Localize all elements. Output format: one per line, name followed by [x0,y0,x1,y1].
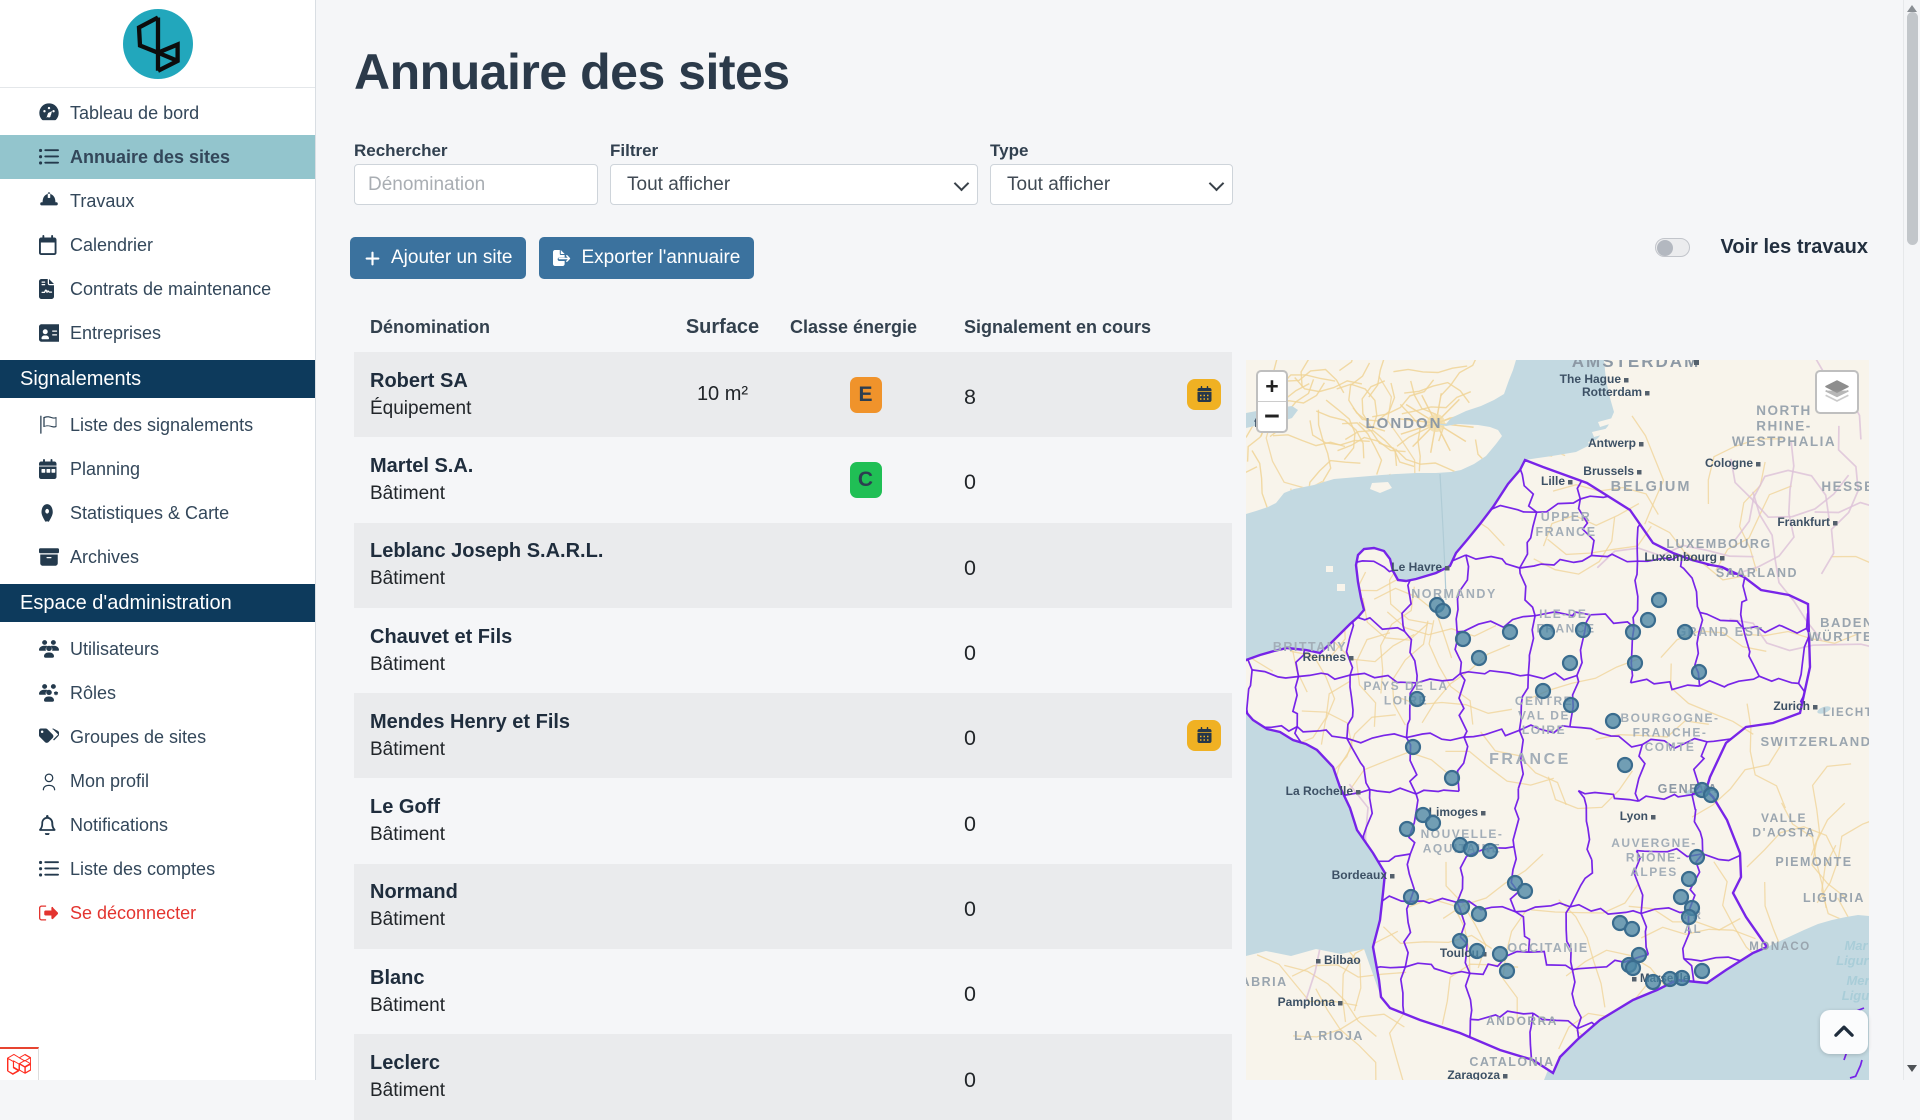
svg-text:WÜRTTEM: WÜRTTEM [1809,629,1869,644]
svg-text:LIGURIA: LIGURIA [1803,891,1865,905]
svg-text:Bordeaux: Bordeaux [1332,868,1388,882]
svg-text:Ligur: Ligur [1842,988,1869,1003]
svg-text:LOIRE: LOIRE [1522,723,1566,737]
svg-text:Zaragoza: Zaragoza [1447,1068,1500,1080]
svg-text:BOURGOGNE-: BOURGOGNE- [1621,711,1720,725]
svg-text:Zurich: Zurich [1773,699,1810,713]
svg-text:Rennes: Rennes [1303,650,1347,664]
svg-text:FRANCE: FRANCE [1535,525,1596,539]
svg-text:ILE-DE-: ILE-DE- [1539,607,1593,621]
svg-text:LUXEMBOURG: LUXEMBOURG [1666,537,1771,551]
svg-text:AMSTERDAM: AMSTERDAM [1572,360,1701,371]
svg-text:Antwerp: Antwerp [1588,436,1636,450]
svg-text:COMTÉ: COMTÉ [1645,739,1696,754]
svg-text:BADEN: BADEN [1820,615,1869,630]
svg-text:LONDON: LONDON [1366,415,1443,432]
svg-text:Ligure: Ligure [1836,953,1869,968]
svg-text:ALPES: ALPES [1630,865,1678,879]
svg-text:BELGIUM: BELGIUM [1611,479,1692,495]
svg-text:RHÔNE-: RHÔNE- [1626,850,1682,865]
svg-text:D'AOSTA: D'AOSTA [1752,826,1815,840]
svg-text:Brussels: Brussels [1583,464,1634,478]
svg-text:Rotterdam: Rotterdam [1582,385,1642,399]
svg-text:MONACO: MONACO [1749,941,1810,953]
svg-text:ANDORRA: ANDORRA [1486,1014,1558,1028]
svg-text:The Hague: The Hague [1560,372,1622,386]
svg-text:Lille: Lille [1541,474,1565,488]
svg-text:OCCITANIE: OCCITANIE [1507,941,1588,955]
svg-text:Mer: Mer [1846,973,1869,988]
svg-text:La Rochelle: La Rochelle [1286,784,1354,798]
svg-text:NORTH: NORTH [1756,403,1812,418]
svg-text:Bilbao: Bilbao [1324,953,1361,967]
svg-text:LIECHT: LIECHT [1823,707,1869,719]
svg-text:TABRIA: TABRIA [1246,975,1288,989]
svg-text:FRANCE: FRANCE [1489,751,1571,768]
svg-text:SAARLAND: SAARLAND [1716,566,1798,580]
svg-text:VAL DE: VAL DE [1518,709,1570,723]
svg-text:Pamplona: Pamplona [1278,995,1336,1009]
svg-text:Cologne: Cologne [1705,456,1753,470]
svg-text:Le Havre: Le Havre [1391,560,1442,574]
svg-text:AL: AL [1684,924,1702,936]
svg-text:Mar: Mar [1844,938,1868,953]
svg-text:SWITZERLAND: SWITZERLAND [1760,734,1869,749]
svg-text:WESTPHALIA: WESTPHALIA [1732,434,1836,449]
svg-text:NORMANDY: NORMANDY [1411,587,1497,601]
svg-text:Luxembourg: Luxembourg [1644,550,1717,564]
svg-text:PIEMONTE: PIEMONTE [1775,855,1852,869]
svg-text:HESSE: HESSE [1821,479,1869,494]
svg-text:RHINE-: RHINE- [1756,419,1812,434]
svg-text:PAYS DE LA: PAYS DE LA [1363,679,1448,693]
svg-text:Frankfurt: Frankfurt [1777,515,1830,529]
svg-text:UPPER: UPPER [1541,510,1592,524]
svg-text:LA RIOJA: LA RIOJA [1294,1029,1364,1043]
svg-text:AUVERGNE-: AUVERGNE- [1611,836,1697,850]
svg-text:CATALONIA: CATALONIA [1469,1055,1554,1069]
svg-text:FRANCHE-: FRANCHE- [1633,726,1708,740]
svg-text:Lyon: Lyon [1620,809,1648,823]
svg-text:VALLE: VALLE [1761,811,1807,825]
